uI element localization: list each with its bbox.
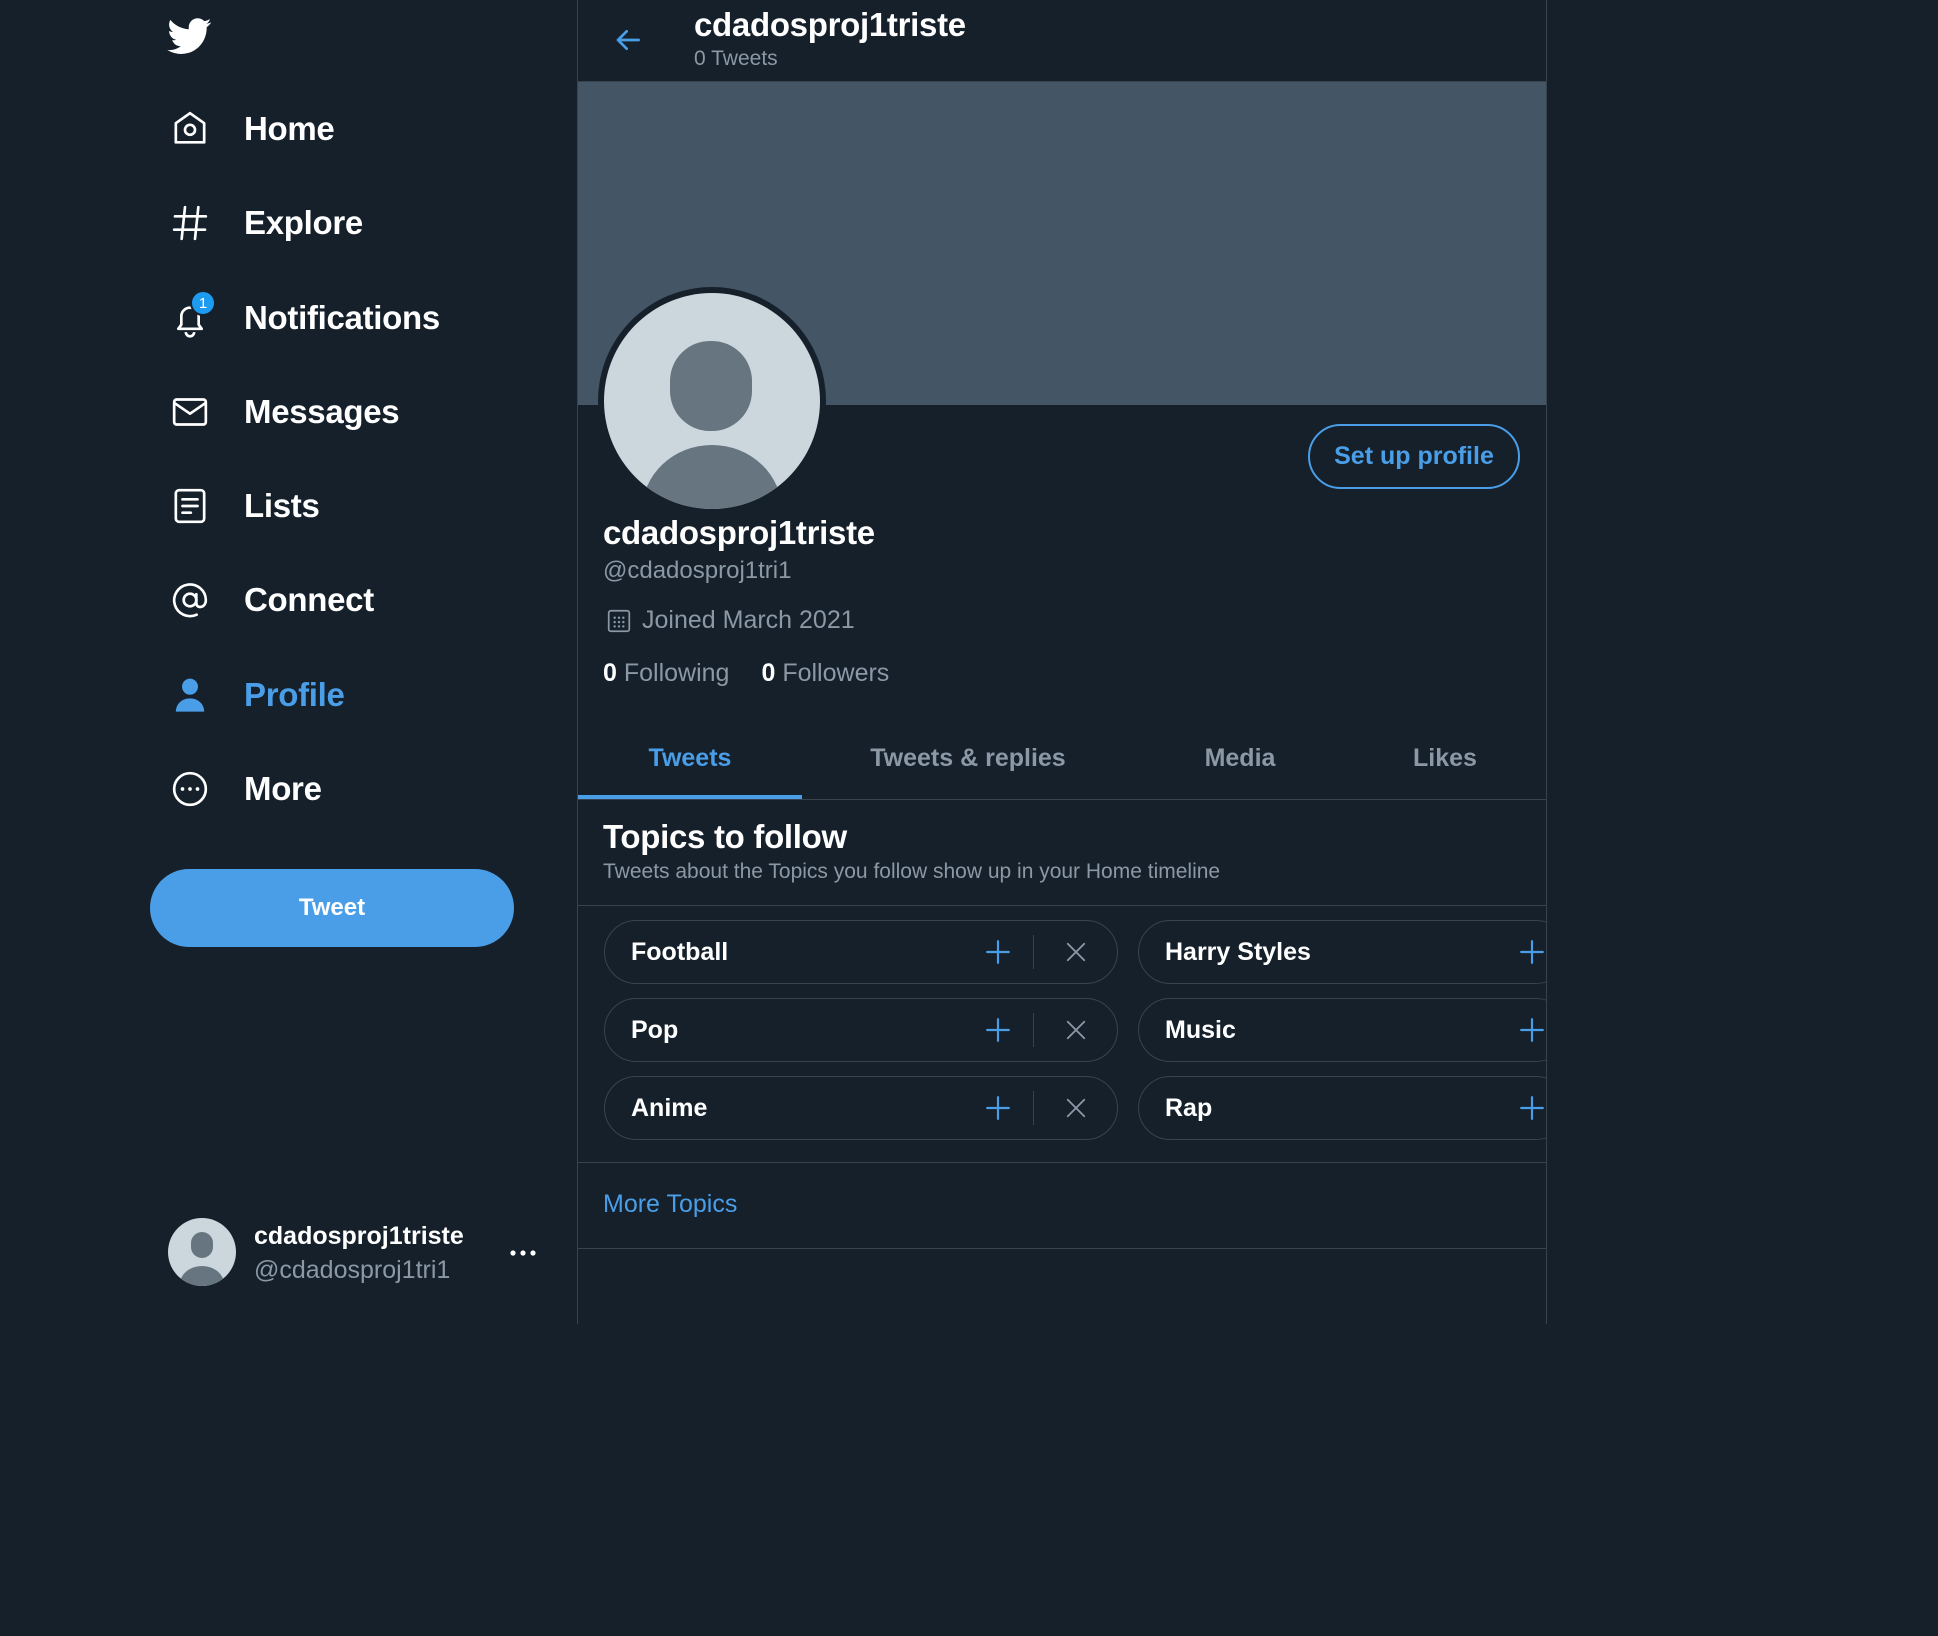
topic-chip[interactable]: Harry Styles [1138, 920, 1546, 984]
topic-label: Anime [631, 1093, 708, 1122]
person-icon [168, 673, 212, 717]
profile-column: cdadosproj1triste 0 Tweets Set up profil… [577, 0, 1547, 1324]
active-tab-indicator [578, 795, 802, 799]
setup-profile-button[interactable]: Set up profile [1308, 424, 1520, 489]
tab-tweets-replies[interactable]: Tweets & replies [828, 716, 1108, 800]
followers-count: 0 [761, 659, 776, 687]
at-sign-icon [168, 578, 212, 622]
topic-chip[interactable]: Anime [604, 1076, 1118, 1140]
close-icon[interactable] [1059, 1013, 1093, 1047]
topic-label: Harry Styles [1165, 937, 1311, 966]
tweet-count: 0 Tweets [694, 47, 778, 70]
following-label: Following [623, 659, 730, 687]
profile-handle: @cdadosproj1tri1 [603, 557, 792, 584]
profile-avatar[interactable] [598, 287, 826, 515]
sidebar-item-explore[interactable]: Explore [168, 193, 363, 253]
followers-label: Followers [782, 659, 890, 687]
close-icon[interactable] [1059, 1091, 1093, 1125]
topic-label: Music [1165, 1015, 1236, 1044]
sidebar-item-more[interactable]: More [168, 759, 322, 819]
back-arrow-icon[interactable] [608, 20, 648, 60]
divider [578, 1162, 1546, 1163]
tab-media[interactable]: Media [1158, 716, 1322, 800]
divider [578, 905, 1546, 906]
plus-icon[interactable] [981, 935, 1015, 969]
home-icon [168, 107, 212, 151]
close-icon[interactable] [1059, 935, 1093, 969]
chip-divider [1033, 1013, 1034, 1047]
topic-label: Pop [631, 1015, 679, 1044]
tab-tweets[interactable]: Tweets [578, 716, 802, 800]
avatar [168, 1218, 236, 1286]
account-handle: @cdadosproj1tri1 [254, 1256, 451, 1284]
joined-date: Joined March 2021 [606, 606, 855, 635]
twitter-bird-icon[interactable] [166, 14, 214, 58]
followers-link[interactable]: 0 Followers [761, 659, 889, 688]
plus-icon[interactable] [981, 1013, 1015, 1047]
profile-tabs: Tweets Tweets & replies Media Likes [578, 716, 1546, 800]
sidebar-item-label: Lists [244, 487, 320, 524]
sidebar-item-label: Home [244, 110, 335, 147]
profile-name: cdadosproj1triste [603, 514, 875, 551]
divider [578, 1248, 1546, 1249]
page-title: cdadosproj1triste [694, 6, 966, 43]
envelope-icon [168, 390, 212, 434]
plus-icon[interactable] [1515, 935, 1546, 969]
hashtag-icon [168, 201, 212, 245]
topic-chip[interactable]: Football [604, 920, 1118, 984]
account-name: cdadosproj1triste [254, 1222, 464, 1250]
topics-subtitle: Tweets about the Topics you follow show … [603, 860, 1221, 883]
sidebar-item-connect[interactable]: Connect [168, 570, 374, 630]
calendar-icon [606, 608, 632, 634]
joined-text: Joined March 2021 [642, 606, 855, 634]
notification-badge: 1 [190, 290, 216, 316]
default-avatar-icon [604, 293, 820, 509]
chip-divider [1033, 935, 1034, 969]
sidebar-item-label: Explore [244, 204, 363, 241]
account-switcher[interactable]: cdadosproj1triste @cdadosproj1tri1 [168, 1218, 548, 1288]
tweet-button[interactable]: Tweet [150, 869, 514, 947]
tab-likes[interactable]: Likes [1368, 716, 1522, 800]
following-count: 0 [603, 659, 617, 687]
plus-icon[interactable] [981, 1091, 1015, 1125]
sidebar-item-notifications[interactable]: 1 Notifications [168, 288, 440, 348]
topic-chip[interactable]: Pop [604, 998, 1118, 1062]
follow-stats: 0 Following 0 Followers [603, 659, 921, 688]
topics-title: Topics to follow [603, 818, 847, 855]
following-link[interactable]: 0 Following [603, 659, 729, 688]
sidebar-item-lists[interactable]: Lists [168, 476, 320, 536]
more-topics-link[interactable]: More Topics [603, 1190, 737, 1219]
topic-label: Rap [1165, 1093, 1213, 1122]
plus-icon[interactable] [1515, 1091, 1546, 1125]
sidebar-item-label: Notifications [244, 299, 440, 336]
plus-icon[interactable] [1515, 1013, 1546, 1047]
sidebar-item-home[interactable]: Home [168, 99, 335, 159]
sidebar: Home Explore 1 Notifications Messages Li… [0, 0, 577, 1324]
topic-label: Football [631, 937, 729, 966]
sidebar-item-messages[interactable]: Messages [168, 382, 400, 442]
sidebar-item-label: More [244, 770, 322, 807]
chip-divider [1033, 1091, 1034, 1125]
profile-header: cdadosproj1triste 0 Tweets [578, 0, 1546, 82]
more-dots-icon[interactable] [508, 1238, 538, 1268]
twitter-app: Home Explore 1 Notifications Messages Li… [0, 0, 1568, 1324]
sidebar-item-label: Messages [244, 393, 400, 430]
more-circle-icon [168, 767, 212, 811]
list-icon [168, 484, 212, 528]
bell-icon: 1 [168, 290, 216, 340]
topic-chip[interactable]: Music [1138, 998, 1546, 1062]
sidebar-item-label: Connect [244, 581, 374, 618]
topic-chip[interactable]: Rap [1138, 1076, 1546, 1140]
sidebar-item-profile[interactable]: Profile [168, 665, 345, 725]
sidebar-item-label: Profile [244, 676, 345, 713]
